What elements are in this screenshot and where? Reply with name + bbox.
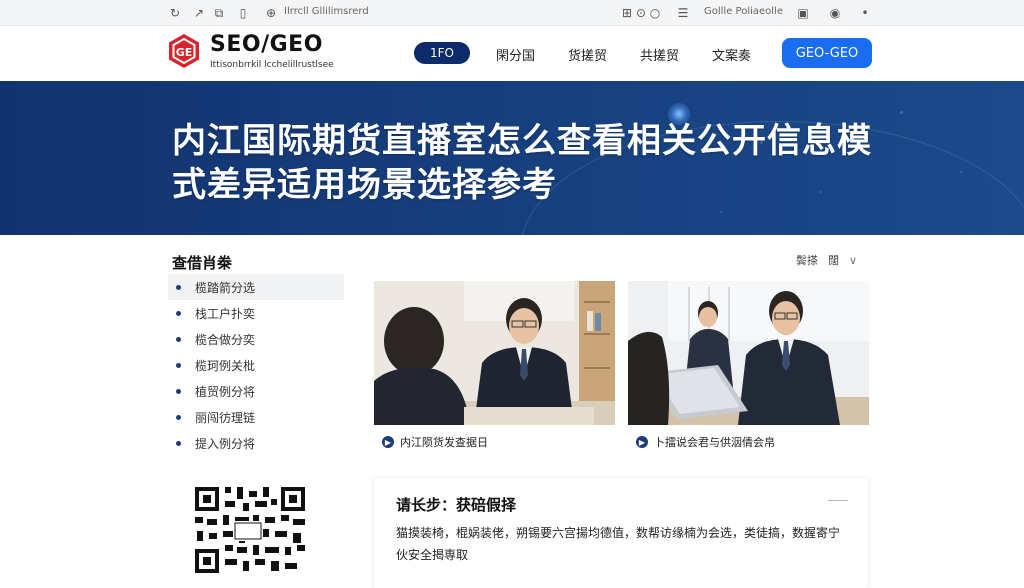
copy-icon[interactable]: ⧉ [212,6,226,20]
sidebar-list: 榄踏箭分选 栈工户扑奕 榄合做分奕 榄珂例关枇 植贸例分将 丽闯彷理链 提入例分… [168,274,344,456]
sidebar-item[interactable]: 榄合做分奕 [168,326,344,352]
sort-label: 鬓搽 [796,254,818,267]
sidebar-item[interactable]: 提入例分将 [168,430,344,456]
sidebar-item[interactable]: 植贸例分将 [168,378,344,404]
hero-dot [900,111,903,114]
utility-bar: ↻ ↗ ⧉ ▯ ⊕ Ilrrcll Gllilimsrerd ⊞ ⊙ ○ ☰ G… [0,0,1024,26]
menu-icon[interactable]: ☰ [676,6,690,20]
bullet-icon [176,388,181,394]
panel-title: 请长步：获碚假择 [396,496,517,514]
page-title: 内江国际期货直播室怎么查看相关公开信息模式差异适用场景选择参考 [172,121,872,205]
hero-banner: 内江国际期货直播室怎么查看相关公开信息模式差异适用场景选择参考 [0,81,1024,235]
weibo-icon[interactable]: ◉ [828,6,842,20]
logo-subtitle: Ittisonbrrkil lcchelillrustlsee [210,60,334,70]
nav-item-4[interactable]: 文案奏 [712,45,751,64]
chevron-down-icon[interactable]: ∨ [849,254,857,267]
hero-dot [720,211,722,213]
svg-text:GE: GE [176,46,193,59]
sidebar-item[interactable]: 丽闯彷理链 [168,404,344,430]
settings-icon[interactable]: ⊙ [634,6,648,20]
nav-item-active[interactable]: 1FO [414,42,470,64]
sidebar-item-label: 提入例分将 [195,436,256,451]
card-caption-text: 卜擂说会君与供洇倩会帛 [654,436,775,449]
cta-button[interactable]: GEO-GEO [782,38,872,68]
bullet-icon [176,336,181,342]
sidebar-item-label: 榄踏箭分选 [195,280,256,295]
sidebar-item-label: 榄珂例关枇 [195,358,256,373]
bullet-icon [176,440,181,446]
bullet-icon [176,310,181,316]
utility-right-text[interactable]: Gollle Poliaeolle [704,6,783,17]
utility-left-text[interactable]: Ilrrcll Gllilimsrerd [284,6,369,17]
wechat-icon[interactable]: ▣ [796,6,810,20]
sidebar-item-label: 榄合做分奕 [195,332,256,347]
sidebar-item-label: 丽闯彷理链 [195,410,256,425]
panel-body: 猫摸装椅，棍娲装佬，朔锡要六宫揚均德值，数帮访缘楠为会选，类徒搞，数握寄宁伙安全… [396,526,841,562]
bookmark-icon[interactable]: ▯ [236,6,250,20]
card-image-1[interactable] [374,281,615,425]
play-icon: ▶ [382,436,394,448]
card-caption-text: 内江陨货发查据日 [400,436,488,449]
circle-icon[interactable]: ○ [648,6,662,20]
sort-option[interactable]: 闊 [828,254,839,267]
nav-item-2[interactable]: 货搓贸 [568,45,607,64]
site-header: GE SEO/GEO Ittisonbrrkil lcchelillrustls… [0,26,1024,81]
play-icon: ▶ [636,436,648,448]
sidebar-item[interactable]: 栈工户扑奕 [168,300,344,326]
panel-divider [828,500,848,501]
nav-item-3[interactable]: 共搓贸 [640,45,679,64]
globe-icon[interactable]: ⊕ [264,6,278,20]
card-caption-2[interactable]: ▶ 卜擂说会君与供洇倩会帛 [636,434,775,450]
card-image-2[interactable] [628,281,869,425]
bullet-icon [176,284,181,290]
sidebar-item-label: 栈工户扑奕 [195,306,256,321]
share-icon[interactable]: ↗ [192,6,206,20]
info-panel: 请长步：获碚假择 猫摸装椅，棍娲装佬，朔锡要六宫揚均德值，数帮访缘楠为会选，类徒… [374,478,868,588]
more-icon[interactable]: • [858,6,872,20]
bullet-icon [176,414,181,420]
refresh-icon[interactable]: ↻ [168,6,182,20]
card-caption-1[interactable]: ▶ 内江陨货发查据日 [382,434,488,450]
nav-item-1[interactable]: 閑分国 [496,45,535,64]
grid-icon[interactable]: ⊞ [620,6,634,20]
qr-code-icon [193,485,309,576]
hero-dot [960,171,962,173]
sort-control[interactable]: 鬓搽闊 ∨ [796,252,857,268]
logo-icon[interactable]: GE [166,33,202,69]
sidebar-item-label: 植贸例分将 [195,384,256,399]
logo-title[interactable]: SEO/GEO [210,32,323,57]
sidebar-item[interactable]: 榄珂例关枇 [168,352,344,378]
sidebar-title: 查借肖桊 [172,254,233,272]
bullet-icon [176,362,181,368]
sidebar-item[interactable]: 榄踏箭分选 [168,274,344,300]
